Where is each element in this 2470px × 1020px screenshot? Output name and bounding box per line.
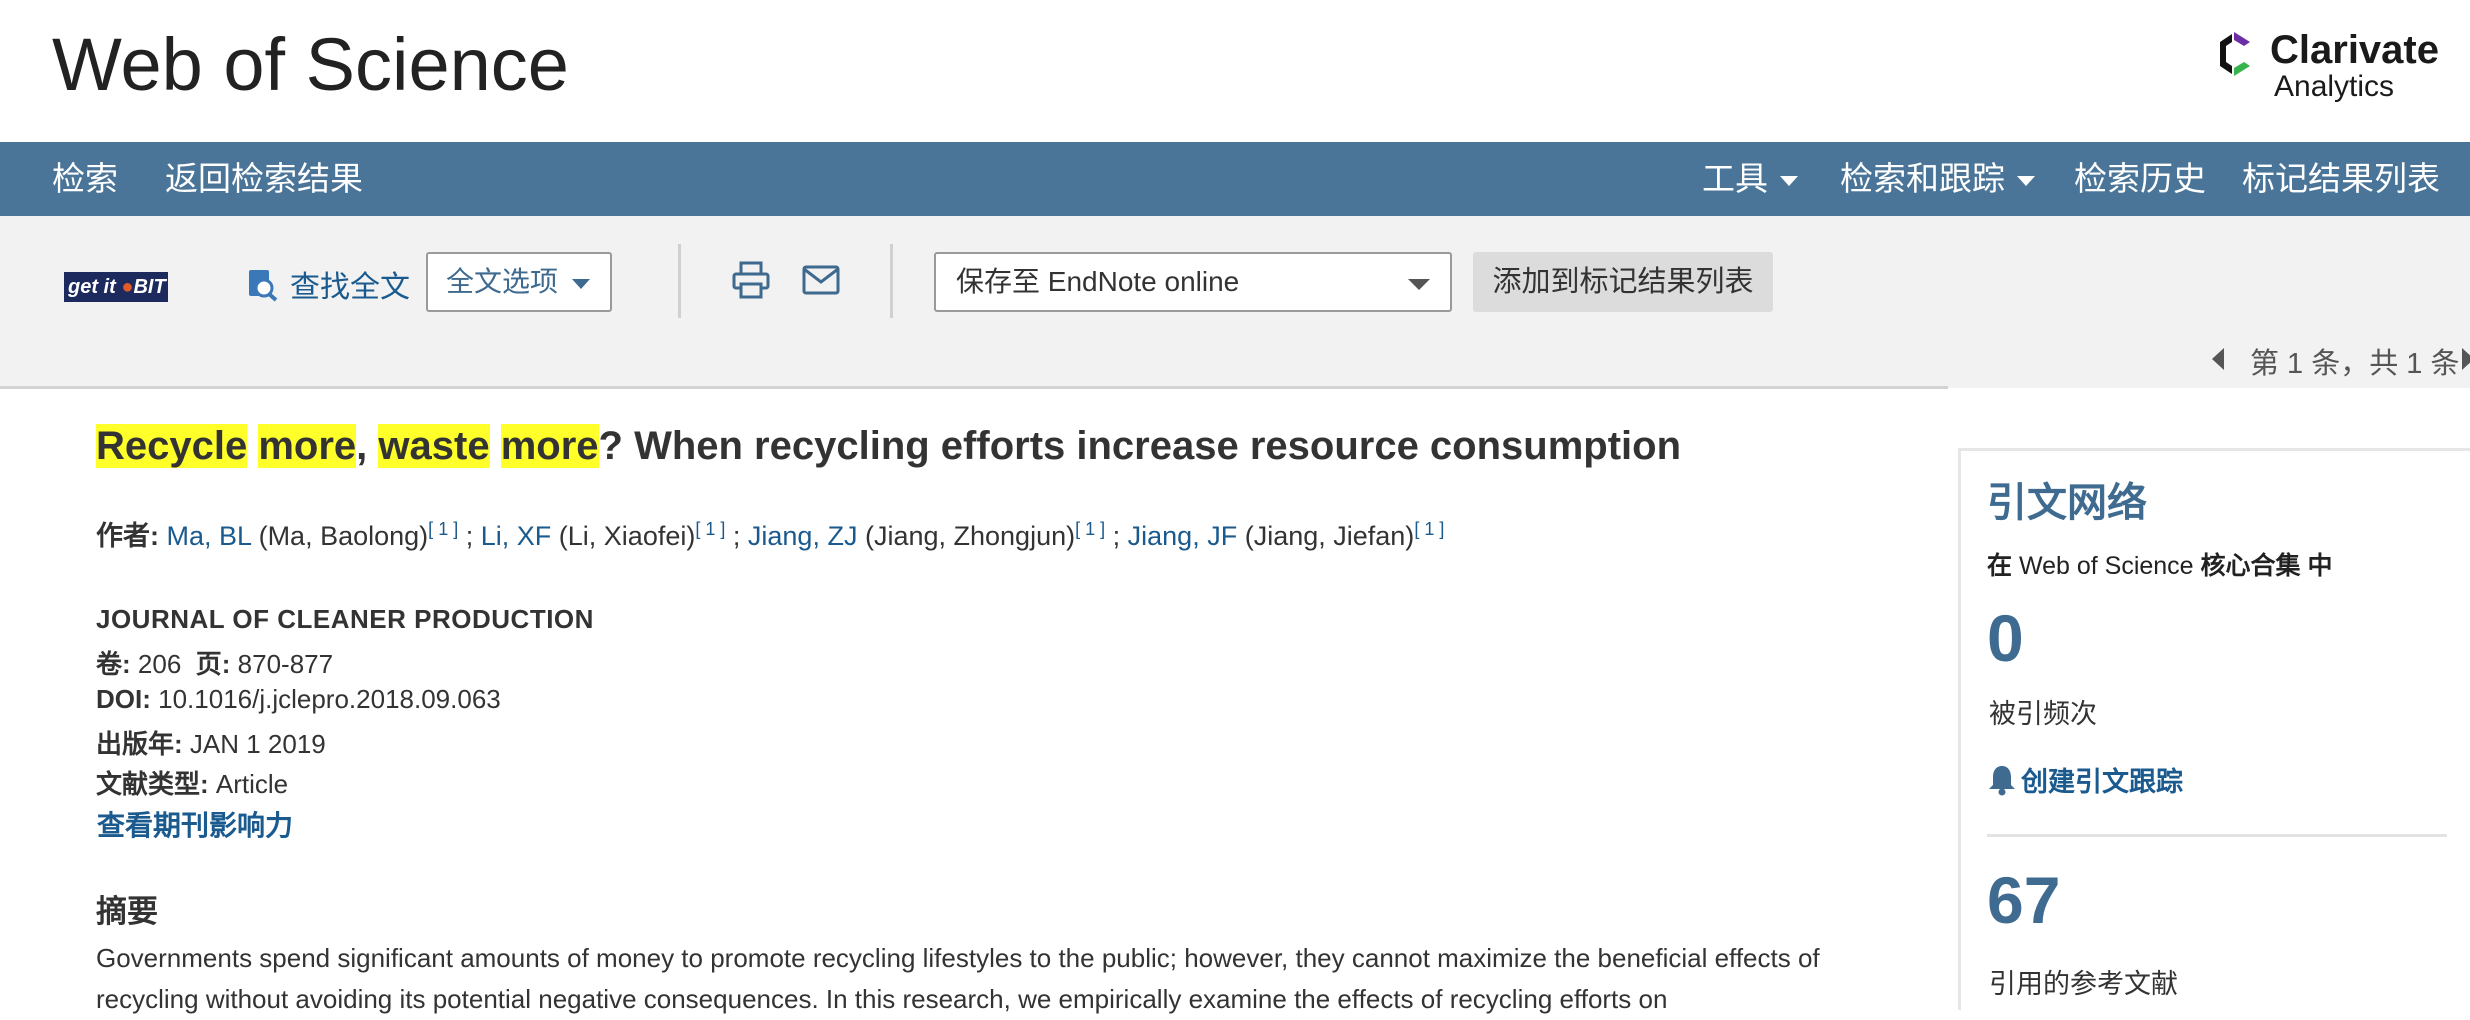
doctype-row: 文献类型: Article: [96, 764, 288, 801]
fulltext-options-select[interactable]: 全文选项: [426, 252, 612, 312]
author-list: 作者: Ma, BL (Ma, Baolong)[ 1 ] ; Li, XF (…: [96, 519, 1445, 551]
clarivate-logo[interactable]: Clarivate Analytics: [2214, 26, 2444, 106]
author-link[interactable]: Ma, BL: [167, 521, 252, 551]
subtitle-db: Web of Science: [2018, 552, 2194, 580]
create-alert-label: 创建引文跟踪: [2021, 767, 2183, 797]
nav-search-history[interactable]: 检索历史: [2074, 142, 2206, 216]
abstract-text: Governments spend significant amounts of…: [96, 943, 1820, 1014]
nav-back-to-results[interactable]: 返回检索结果: [165, 142, 363, 216]
chevron-down-icon: [1780, 176, 1798, 187]
chevron-down-icon: [572, 279, 590, 289]
nav-search-and-track-label: 检索和跟踪: [1840, 160, 2005, 197]
toolbar-divider: [890, 244, 893, 318]
abstract-heading: 摘要: [96, 894, 158, 929]
author-fullname: (Ma, Baolong): [258, 521, 429, 551]
cited-references-label: 引用的参考文献: [1989, 969, 2178, 999]
pubdate-value: JAN 1 2019: [189, 729, 326, 759]
nav-marked-list[interactable]: 标记结果列表: [2242, 142, 2440, 216]
pages-value: 870-877: [237, 649, 334, 679]
journal-name: JOURNAL OF CLEANER PRODUCTION: [96, 604, 594, 634]
previous-record-icon[interactable]: [2212, 348, 2224, 370]
print-icon[interactable]: [731, 260, 771, 300]
getit-suffix: BIT: [133, 276, 166, 298]
next-record-icon[interactable]: [2462, 348, 2470, 370]
doctype-value: Article: [215, 769, 289, 799]
authors-label: 作者:: [96, 521, 159, 551]
email-icon[interactable]: [802, 264, 840, 296]
volume-value: 206: [137, 649, 182, 679]
times-cited-label: 被引频次: [1989, 699, 2097, 729]
title-text: [490, 424, 501, 468]
nav-search[interactable]: 检索: [52, 142, 118, 216]
article-title: Recycle more, waste more? When recycling…: [96, 424, 1681, 469]
panel-divider: [1987, 834, 2447, 837]
title-highlight: waste: [378, 424, 490, 468]
chevron-down-icon: [1408, 279, 1430, 290]
save-to-label: 保存至 EndNote online: [956, 266, 1240, 297]
find-fulltext-icon[interactable]: [247, 268, 279, 302]
header: Web of Science Clarivate Analytics: [0, 0, 2470, 142]
page-title: Web of Science: [52, 23, 569, 106]
pubdate-row: 出版年: JAN 1 2019: [96, 724, 326, 761]
author-fullname: (Jiang, Jiefan): [1244, 521, 1415, 551]
record-pager: 第 1 条，共 1 条: [2250, 348, 2460, 380]
author-link[interactable]: Jiang, ZJ: [748, 521, 858, 551]
title-text: [247, 424, 258, 468]
volume-pages: 卷: 206 页: 870-877: [96, 644, 333, 681]
citation-network-subtitle: 在 Web of Science 核心合集 中: [1987, 546, 2333, 582]
cited-references-count[interactable]: 67: [1987, 862, 2060, 938]
journal-impact-link[interactable]: 查看期刊影响力: [97, 804, 293, 844]
fulltext-options-label: 全文选项: [446, 266, 559, 297]
author-link[interactable]: Li, XF: [481, 521, 552, 551]
affiliation-ref[interactable]: [ 1 ]: [428, 519, 458, 539]
clarivate-mark-icon: [2220, 32, 2250, 76]
getit-swirl-icon: ●: [121, 276, 134, 298]
times-cited-count[interactable]: 0: [1987, 600, 2024, 676]
toolbar-divider: [678, 244, 681, 318]
getit-prefix: get it: [68, 276, 116, 298]
title-highlight: more: [500, 424, 599, 468]
doi-label: DOI:: [96, 684, 151, 714]
add-to-marked-list-button[interactable]: 添加到标记结果列表: [1473, 252, 1773, 312]
find-fulltext-link[interactable]: 查找全文: [290, 262, 410, 306]
doctype-label: 文献类型:: [96, 769, 209, 799]
create-citation-alert-link[interactable]: 创建引文跟踪: [1987, 760, 2183, 799]
doi-value: 10.1016/j.jclepro.2018.09.063: [158, 684, 501, 714]
nav-tools-label: 工具: [1702, 160, 1768, 197]
main-nav: 检索 返回检索结果 工具 检索和跟踪 检索历史 标记结果列表: [0, 142, 2470, 216]
save-to-endnote-select[interactable]: 保存至 EndNote online: [934, 252, 1452, 312]
affiliation-ref[interactable]: [ 1 ]: [1075, 519, 1105, 539]
title-text: ? When recycling efforts increase resour…: [598, 424, 1682, 468]
affiliation-ref[interactable]: [ 1 ]: [695, 519, 725, 539]
title-highlight: more: [258, 424, 357, 468]
chevron-down-icon: [2017, 176, 2035, 187]
author-link[interactable]: Jiang, JF: [1128, 521, 1238, 551]
doi-row: DOI: 10.1016/j.jclepro.2018.09.063: [96, 684, 501, 715]
bell-icon: [1989, 766, 2015, 796]
title-highlight: Recycle: [96, 424, 248, 468]
author-fullname: (Jiang, Zhongjun): [864, 521, 1076, 551]
nav-tools[interactable]: 工具: [1702, 142, 1798, 216]
pages-label: 页:: [195, 649, 231, 679]
toolbar-bottom-rule: [0, 386, 1948, 389]
author-fullname: (Li, Xiaofei): [558, 521, 696, 551]
volume-label: 卷:: [96, 649, 131, 679]
affiliation-ref[interactable]: [ 1 ]: [1414, 519, 1444, 539]
pubdate-label: 出版年:: [96, 729, 183, 759]
clarivate-subtitle: Analytics: [2274, 70, 2395, 103]
citation-network-title: 引文网络: [1987, 481, 2147, 525]
nav-search-and-track[interactable]: 检索和跟踪: [1840, 142, 2035, 216]
title-text: ,: [356, 424, 379, 468]
subtitle-suffix: 核心合集 中: [2193, 552, 2333, 580]
subtitle-prefix: 在: [1987, 552, 2019, 580]
getit-bit-button[interactable]: get it ●BIT: [64, 272, 168, 302]
clarivate-wordmark: Clarivate: [2270, 28, 2439, 72]
